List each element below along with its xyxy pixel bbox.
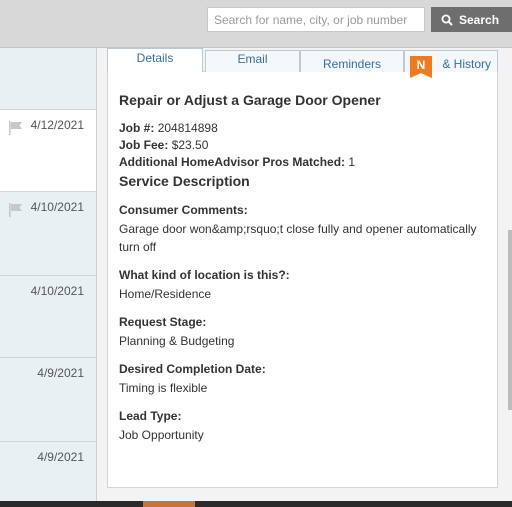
list-item[interactable]: 4/9/2021	[0, 358, 96, 442]
search-input[interactable]	[207, 7, 425, 32]
tab-history-label: & History	[442, 57, 491, 71]
lead-date: 4/9/2021	[37, 366, 84, 380]
page-title: Repair or Adjust a Garage Door Opener	[119, 92, 381, 108]
location-type-value: Home/Residence	[119, 287, 212, 301]
pros-matched-value: 1	[348, 155, 356, 169]
search-icon	[441, 14, 453, 26]
completion-date-value: Timing is flexible	[119, 381, 208, 395]
job-number-row: Job #: 204814898	[119, 120, 489, 137]
location-type-label: What kind of location is this?:	[119, 268, 290, 282]
search-button[interactable]: Search	[431, 7, 512, 32]
lead-date: 4/10/2021	[30, 200, 84, 214]
flag-icon[interactable]	[8, 120, 24, 136]
list-item[interactable]: 4/12/2021	[0, 110, 96, 192]
job-fee-row: Job Fee: $23.50	[119, 137, 489, 154]
consumer-comments-label: Consumer Comments:	[119, 203, 248, 217]
completion-date-label: Desired Completion Date:	[119, 362, 266, 376]
tab-email-label: Email	[237, 52, 268, 66]
leads-list: 4/12/2021 4/10/2021 4/10/2021 4/9/2021 4…	[0, 48, 97, 507]
bottom-strip	[0, 501, 512, 507]
job-fee-value: $23.50	[171, 138, 209, 152]
lead-type-value: Job Opportunity	[119, 428, 204, 442]
pros-matched-row: Additional HomeAdvisor Pros Matched: 1	[119, 154, 489, 171]
tab-email[interactable]: Email	[205, 50, 300, 72]
list-item[interactable]: 4/10/2021	[0, 192, 96, 276]
scrollbar[interactable]	[508, 230, 512, 410]
tab-details[interactable]: Details	[107, 48, 203, 72]
lead-row-top[interactable]	[0, 48, 96, 110]
tab-reminders[interactable]: Reminders	[300, 50, 404, 72]
lead-date: 4/12/2021	[30, 118, 84, 132]
request-stage-value: Planning & Budgeting	[119, 334, 235, 348]
list-item[interactable]: 4/9/2021	[0, 442, 96, 507]
search-button-label: Search	[459, 12, 500, 27]
tab-reminders-label: Reminders	[322, 57, 382, 71]
lead-date: 4/9/2021	[37, 450, 84, 464]
flag-icon[interactable]	[8, 202, 24, 218]
service-description-title: Service Description	[119, 173, 250, 189]
lead-type-label: Lead Type:	[119, 409, 182, 423]
job-fee-label: Job Fee:	[119, 138, 169, 152]
bottom-accent	[143, 501, 195, 507]
lead-detail-content: Repair or Adjust a Garage Door Opener Jo…	[119, 92, 489, 456]
top-bar: Search	[0, 0, 512, 48]
pros-matched-label: Additional HomeAdvisor Pros Matched:	[119, 155, 346, 169]
job-number-label: Job #:	[119, 121, 155, 135]
tab-details-label: Details	[136, 51, 174, 65]
request-stage-label: Request Stage:	[119, 315, 207, 329]
job-number-value: 204814898	[157, 121, 218, 135]
lead-date: 4/10/2021	[30, 284, 84, 298]
list-item[interactable]: 4/10/2021	[0, 276, 96, 358]
consumer-comments-value: Garage door won&amp;rsquo;t close fully …	[119, 222, 477, 254]
